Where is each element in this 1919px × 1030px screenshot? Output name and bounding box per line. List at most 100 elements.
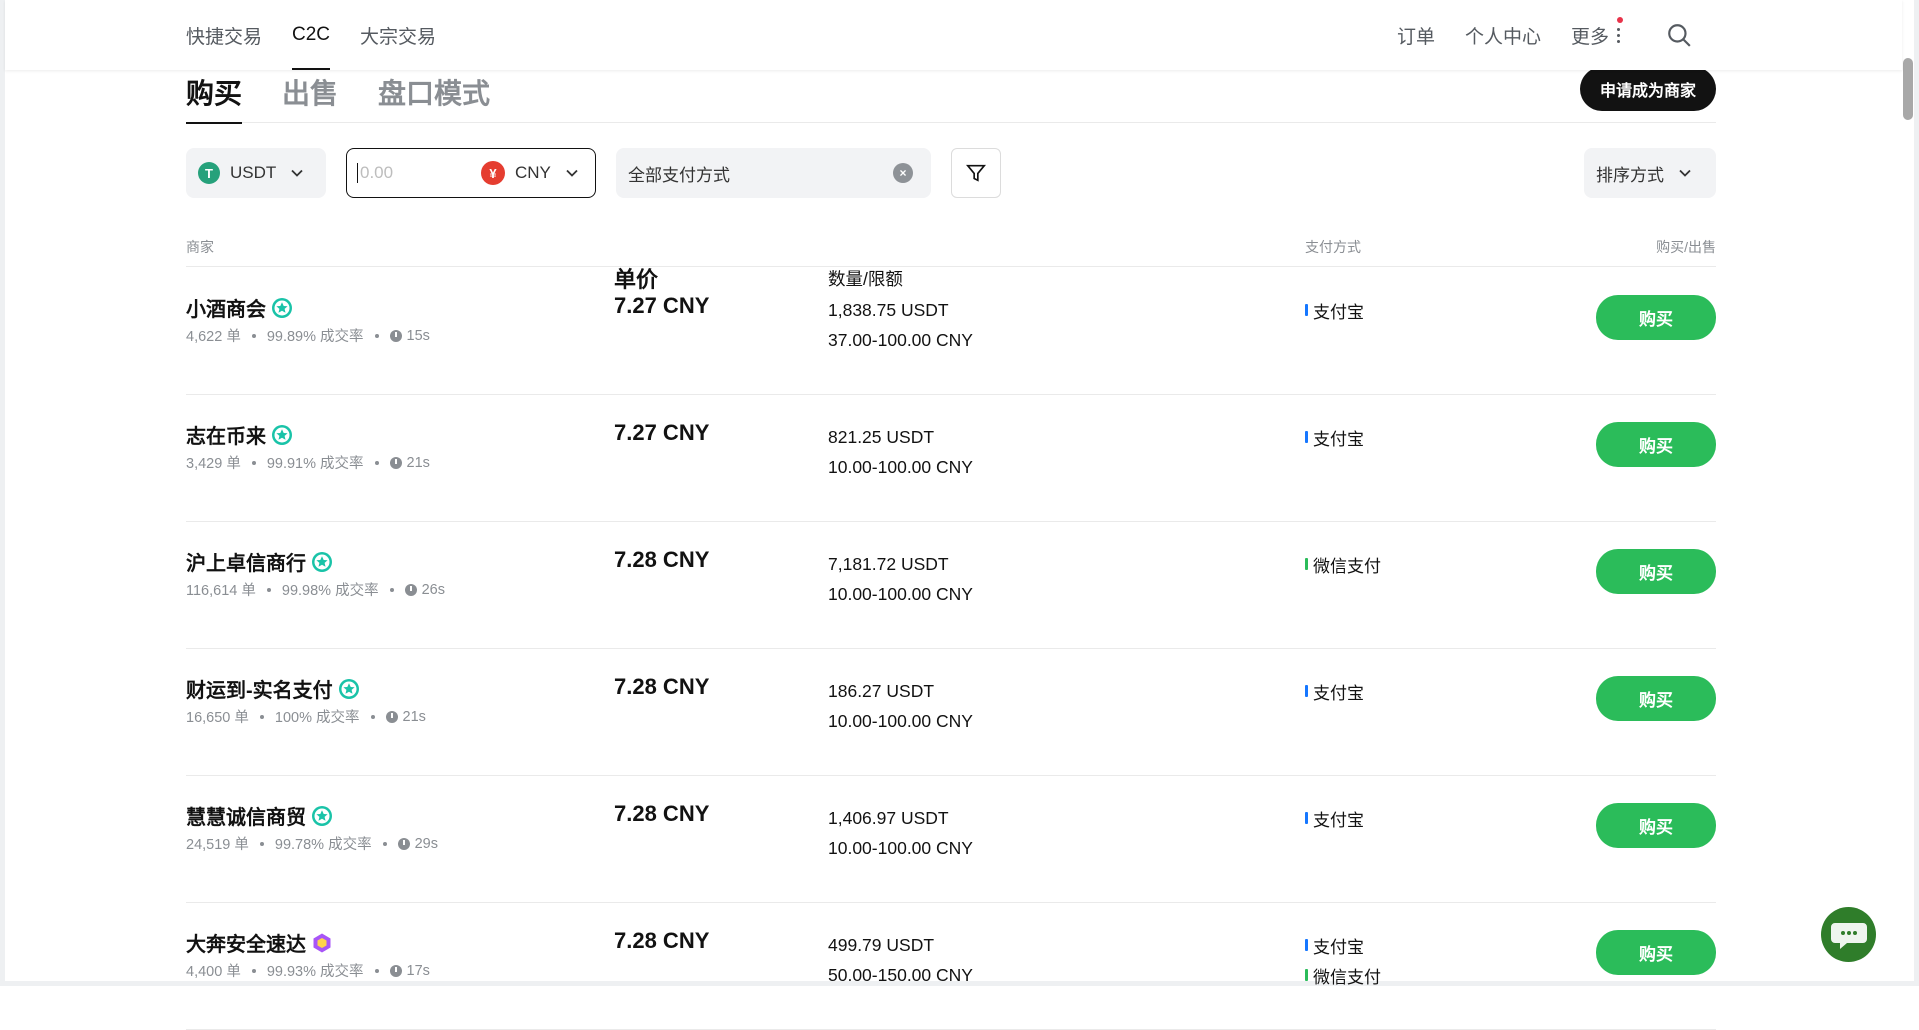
currency-select[interactable]: CNY bbox=[515, 163, 551, 183]
tab-1[interactable]: 出售 bbox=[282, 70, 338, 123]
payment-method-value: 全部支付方式 bbox=[628, 165, 730, 185]
separator-dot bbox=[389, 587, 394, 592]
clock-icon bbox=[389, 456, 402, 469]
quantity-limit: 1,406.97 USDT 10.00-100.00 CNY bbox=[828, 803, 973, 863]
apply-merchant-button[interactable]: 申请成为商家 bbox=[1579, 67, 1716, 111]
chevron-down-icon[interactable] bbox=[565, 166, 579, 180]
payment-color-bar bbox=[1305, 685, 1308, 697]
avg-release-time: 17s bbox=[406, 962, 430, 979]
merchant-name-wrap[interactable]: 财运到-实名支付 bbox=[186, 674, 360, 703]
payment-methods: 支付宝 bbox=[1305, 803, 1364, 833]
separator-dot bbox=[259, 841, 264, 846]
merchant-name: 慧慧诚信商贸 bbox=[186, 807, 306, 829]
coin-select[interactable]: T USDT bbox=[186, 148, 326, 198]
avg-release-time: 26s bbox=[421, 581, 445, 598]
filter-button[interactable] bbox=[951, 148, 1001, 198]
chat-bubble-icon bbox=[1830, 922, 1867, 949]
ad-list: 小酒商会 4,622 单 99.89% 成交率 15s 7.27 CNY 1,838.75… bbox=[186, 268, 1716, 1030]
payment-method-label: 微信支付 bbox=[1313, 556, 1381, 576]
clock-icon bbox=[385, 710, 398, 723]
table-row: 志在币来 3,429 单 99.91% 成交率 21s 7.27 CNY 821.25 U… bbox=[186, 395, 1716, 522]
quantity-limit: 499.79 USDT 50.00-150.00 CNY bbox=[828, 930, 973, 990]
available-amount: 7,181.72 USDT bbox=[828, 554, 949, 574]
tab-2[interactable]: 盘口模式 bbox=[378, 70, 490, 123]
buy-button[interactable]: 购买 bbox=[1596, 803, 1716, 848]
quantity-limit: 1,838.75 USDT 37.00-100.00 CNY bbox=[828, 295, 973, 355]
merchant-name-wrap[interactable]: 大奔安全速达 bbox=[186, 928, 333, 957]
nav-item-0[interactable]: 快捷交易 bbox=[186, 0, 262, 70]
merchant-name: 财运到-实名支付 bbox=[186, 680, 333, 702]
merchant-name-wrap[interactable]: 沪上卓信商行 bbox=[186, 547, 333, 576]
unit-price: 7.27 CNY bbox=[614, 293, 710, 318]
payment-color-bar bbox=[1305, 969, 1308, 981]
verified-star-icon bbox=[272, 297, 292, 318]
nav-orders-link[interactable]: 订单 bbox=[1397, 22, 1435, 49]
search-icon[interactable] bbox=[1666, 22, 1692, 48]
trade-tabs: 购买 出售 盘口模式 申请成为商家 bbox=[186, 67, 1716, 124]
scrollbar-thumb[interactable] bbox=[1903, 58, 1913, 120]
merchant-stats: 4,622 单 99.89% 成交率 15s bbox=[186, 325, 430, 346]
order-limit: 10.00-100.00 CNY bbox=[828, 457, 973, 477]
clear-icon[interactable]: × bbox=[893, 163, 913, 183]
payment-methods: 支付宝 bbox=[1305, 422, 1364, 452]
buy-button[interactable]: 购买 bbox=[1596, 930, 1716, 975]
nav-more-menu[interactable]: 更多 bbox=[1570, 16, 1623, 49]
unit-price: 7.27 CNY bbox=[614, 420, 710, 445]
completion-rate: 99.93% 成交率 bbox=[266, 964, 364, 980]
payment-color-bar bbox=[1305, 812, 1308, 824]
quantity-limit: 186.27 USDT 10.00-100.00 CNY bbox=[828, 676, 973, 736]
chat-support-button[interactable] bbox=[1821, 907, 1876, 962]
verified-star-icon bbox=[338, 678, 359, 699]
buy-button[interactable]: 购买 bbox=[1596, 295, 1716, 340]
buy-button[interactable]: 购买 bbox=[1596, 676, 1716, 721]
order-limit: 10.00-100.00 CNY bbox=[828, 838, 973, 858]
order-count: 116,614 单 bbox=[186, 583, 256, 599]
top-nav: 快捷交易 C2C 大宗交易 订单 个人中心 更多 bbox=[5, 0, 1902, 70]
diamond-badge-icon bbox=[313, 933, 331, 952]
kebab-icon bbox=[1617, 27, 1620, 43]
sort-select[interactable]: 排序方式 bbox=[1584, 148, 1716, 198]
payment-method-label: 微信支付 bbox=[1313, 967, 1381, 987]
merchant-name: 小酒商会 bbox=[186, 299, 266, 321]
nav-profile-link[interactable]: 个人中心 bbox=[1465, 22, 1541, 49]
nav-more-label: 更多 bbox=[1570, 26, 1609, 48]
merchant-name: 大奔安全速达 bbox=[186, 934, 306, 956]
merchant-name-wrap[interactable]: 小酒商会 bbox=[186, 293, 293, 322]
separator-dot bbox=[382, 841, 387, 846]
table-row: 小酒商会 4,622 单 99.89% 成交率 15s 7.27 CNY 1,838.75… bbox=[186, 268, 1716, 395]
tab-0[interactable]: 购买 bbox=[186, 70, 243, 124]
amount-input[interactable] bbox=[357, 163, 467, 183]
nav-left: 快捷交易 C2C 大宗交易 bbox=[186, 0, 436, 70]
payment-method: 支付宝 bbox=[1305, 930, 1381, 960]
buy-button[interactable]: 购买 bbox=[1596, 422, 1716, 467]
nav-item-2[interactable]: 大宗交易 bbox=[360, 0, 436, 70]
tether-icon: T bbox=[198, 162, 220, 184]
payment-method-label: 支付宝 bbox=[1313, 683, 1364, 703]
merchant-name-wrap[interactable]: 志在币来 bbox=[186, 420, 293, 449]
quantity-limit: 7,181.72 USDT 10.00-100.00 CNY bbox=[828, 549, 973, 609]
order-limit: 10.00-100.00 CNY bbox=[828, 711, 973, 731]
completion-rate: 100% 成交率 bbox=[274, 710, 360, 726]
main-content: 购买出售盘口模式申请成为商家 T USDT ¥ CNY 全部支付方式 × 排序方… bbox=[186, 67, 1716, 1030]
clock-icon bbox=[389, 329, 402, 342]
nav-item-1[interactable]: C2C bbox=[292, 0, 331, 70]
payment-color-bar bbox=[1305, 304, 1308, 316]
separator-dot bbox=[374, 333, 379, 338]
unit-price: 7.28 CNY bbox=[614, 801, 710, 826]
table-row: 财运到-实名支付 16,650 单 100% 成交率 21s 7.28 CNY 186.2… bbox=[186, 649, 1716, 776]
separator-dot bbox=[259, 714, 264, 719]
payment-color-bar bbox=[1305, 431, 1308, 443]
quantity-limit: 821.25 USDT 10.00-100.00 CNY bbox=[828, 422, 973, 482]
page-scrollbar[interactable] bbox=[1902, 58, 1914, 986]
payment-method-label: 支付宝 bbox=[1313, 810, 1364, 830]
order-count: 16,650 单 bbox=[186, 710, 249, 726]
merchant-name-wrap[interactable]: 慧慧诚信商贸 bbox=[186, 801, 333, 830]
payment-method-select[interactable]: 全部支付方式 × bbox=[616, 148, 931, 198]
available-amount: 821.25 USDT bbox=[828, 427, 935, 447]
payment-method: 支付宝 bbox=[1305, 295, 1364, 325]
yuan-icon: ¥ bbox=[481, 161, 505, 185]
payment-methods: 支付宝微信支付 bbox=[1305, 930, 1381, 990]
buy-button[interactable]: 购买 bbox=[1596, 549, 1716, 594]
separator-dot bbox=[266, 587, 271, 592]
payment-method: 微信支付 bbox=[1305, 549, 1381, 579]
